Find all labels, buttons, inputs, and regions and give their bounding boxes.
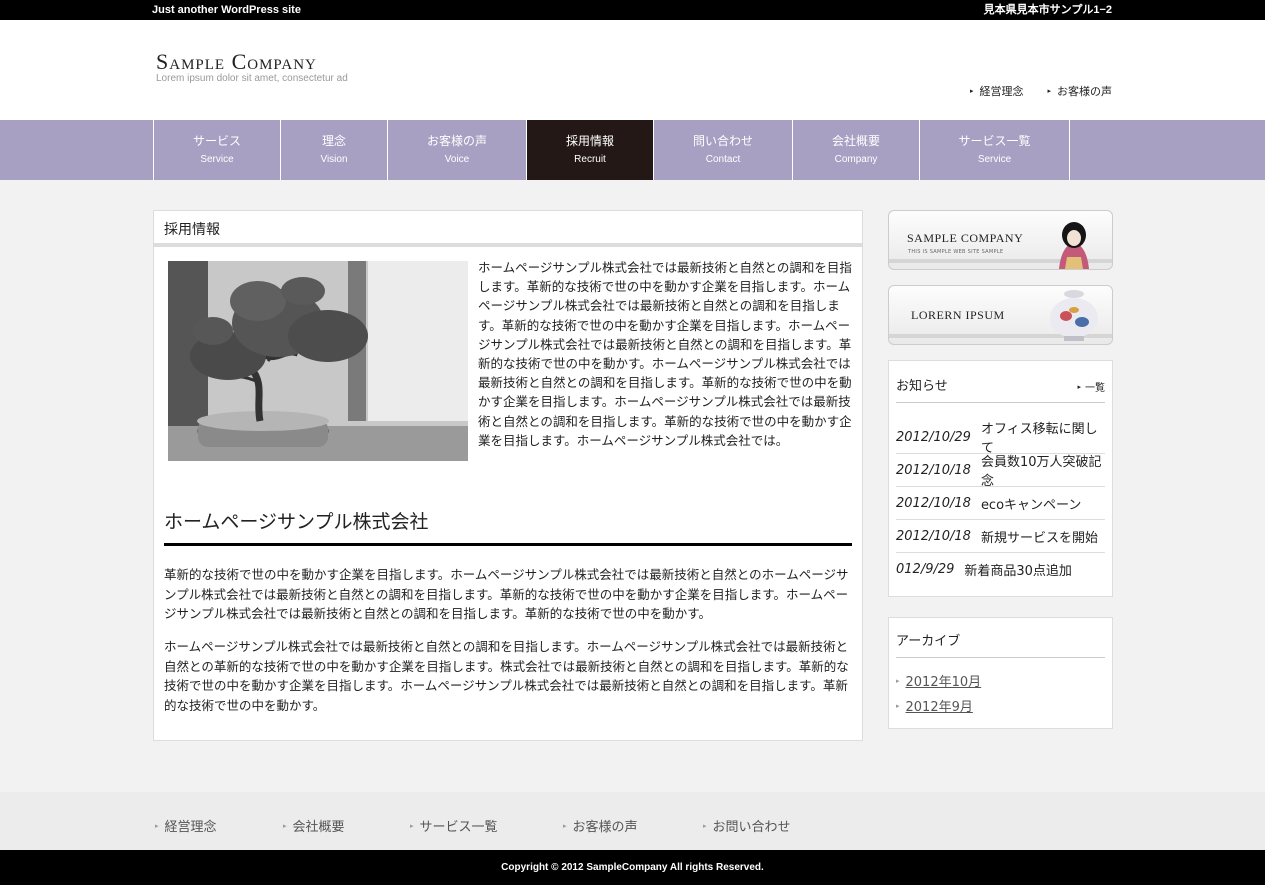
nav-item-voice[interactable]: お客様の声 Voice <box>387 120 526 180</box>
nav-item-jp: 採用情報 <box>565 134 614 148</box>
footer-link-label: 会社概要 <box>292 820 345 835</box>
nav-item-en: Voice <box>444 154 470 165</box>
nav-item-en: Recruit <box>574 154 606 165</box>
chevron-right-icon: ▸ <box>563 821 567 830</box>
nav-item-jp: サービス <box>192 134 241 148</box>
nav-item-en: Service <box>200 154 234 165</box>
chevron-right-icon: ▸ <box>1047 87 1051 95</box>
bonsai-photo <box>168 261 468 461</box>
news-text: ecoキャンペーン <box>980 497 1082 513</box>
archive-link-2012-09[interactable]: 2012年9月 <box>906 696 973 715</box>
news-text: 新規サービスを開始 <box>980 530 1098 546</box>
main-content: 採用情報 ホームページサンプル株式会社では最新技術と自然との調和を目指します。革… <box>153 210 863 741</box>
site-tagline: Just another WordPress site <box>152 4 301 16</box>
archive-item: ▸ 2012年10月 <box>896 668 1105 693</box>
chevron-right-icon: ▸ <box>1077 382 1081 391</box>
footer-link-contact[interactable]: ▸ お問い合わせ <box>703 816 791 835</box>
nav-item-vision[interactable]: 理念 Vision <box>280 120 387 180</box>
news-item[interactable]: 2012/10/18 ecoキャンペーン <box>896 487 1105 520</box>
banner-subtitle: THIS IS SAMPLE WEB SITE SAMPLE <box>908 249 1004 255</box>
footer-link-service-list[interactable]: ▸ サービス一覧 <box>410 816 498 835</box>
news-date: 2012/10/18 <box>896 495 971 511</box>
global-nav: サービス Service 理念 Vision お客様の声 Voice 採用情報 Recr… <box>0 120 1265 180</box>
footer-link-company[interactable]: ▸ 会社概要 <box>283 816 345 835</box>
page-title: 採用情報 <box>154 211 862 247</box>
header-link-voice[interactable]: ▸ お客様の声 <box>1047 83 1112 99</box>
chevron-right-icon: ▸ <box>896 701 900 710</box>
archive-link-2012-10[interactable]: 2012年10月 <box>906 671 982 690</box>
footer-link-philosophy[interactable]: ▸ 経営理念 <box>155 816 217 835</box>
nav-item-jp: サービス一覧 <box>958 134 1031 148</box>
section-heading: ホームページサンプル株式会社 <box>164 509 852 546</box>
news-text: 会員数10万人突破記念 <box>980 455 1102 489</box>
nav-item-service-list[interactable]: サービス一覧 Service <box>919 120 1070 180</box>
news-date: 2012/10/18 <box>896 462 971 478</box>
nav-item-service[interactable]: サービス Service <box>153 120 280 180</box>
bonsai-image <box>168 261 468 461</box>
news-list: 2012/10/29 オフィス移転に関して 2012/10/18 会員数10万人突破… <box>896 421 1105 586</box>
nav-item-recruit[interactable]: 採用情報 Recruit <box>526 120 653 180</box>
site-logo[interactable]: Sample Company Lorem ipsum dolor sit ame… <box>156 50 348 84</box>
copyright: Copyright © 2012 SampleCompany All right… <box>0 850 1265 885</box>
nav-item-jp: お客様の声 <box>426 134 487 148</box>
nav-item-en: Contact <box>705 154 741 165</box>
body-paragraph-1: 革新的な技術で世の中を動かす企業を目指します。ホームページサンプル株式会社では最… <box>164 567 849 621</box>
banner-title: SAMPLE COMPANY <box>907 231 1024 245</box>
news-text: 新着商品30点追加 <box>964 564 1072 579</box>
news-date: 2012/10/29 <box>896 429 971 445</box>
footer-link-voice[interactable]: ▸ お客様の声 <box>563 816 638 835</box>
news-date: 012/9/29 <box>896 562 955 577</box>
news-more-label: 一覧 <box>1085 383 1105 394</box>
banner-title: LORERN IPSUM <box>911 308 1005 322</box>
chevron-right-icon: ▸ <box>703 821 707 830</box>
logo-name: Sample Company <box>156 49 317 74</box>
address-text: 見本県見本市サンプル1−2 <box>983 4 1112 16</box>
nav-item-jp: 理念 <box>321 134 346 148</box>
top-bar: Just another WordPress site 見本県見本市サンプル1−… <box>0 0 1265 20</box>
news-item[interactable]: 2012/10/18 会員数10万人突破記念 <box>896 454 1105 489</box>
news-more-link[interactable]: ▸ 一覧 <box>1077 379 1105 395</box>
chevron-right-icon: ▸ <box>410 821 414 830</box>
footer-link-label: お問い合わせ <box>712 820 791 835</box>
banner-sample-company[interactable]: SAMPLE COMPANY THIS IS SAMPLE WEB SITE S… <box>888 210 1113 270</box>
footer-nav: ▸ 経営理念 ▸ 会社概要 ▸ サービス一覧 ▸ お客様の声 ▸ お問い合わせ <box>0 792 1265 850</box>
news-item[interactable]: 2012/10/18 新規サービスを開始 <box>896 520 1105 553</box>
archive-title: アーカイブ <box>896 634 961 649</box>
footer-link-label: 経営理念 <box>164 820 217 835</box>
chevron-right-icon: ▸ <box>969 87 974 95</box>
archive-widget: アーカイブ ▸ 2012年10月 ▸ 2012年9月 <box>888 617 1113 729</box>
archive-list: ▸ 2012年10月 ▸ 2012年9月 <box>896 668 1105 718</box>
body-paragraph-2: ホームページサンプル株式会社では最新技術と自然との調和を目指します。ホームページ… <box>164 639 849 713</box>
nav-item-en: Service <box>977 154 1012 165</box>
footer-link-label: お客様の声 <box>572 820 638 835</box>
archive-item: ▸ 2012年9月 <box>896 693 1105 718</box>
news-item[interactable]: 012/9/29 新着商品30点追加 <box>896 553 1105 586</box>
news-item[interactable]: 2012/10/29 オフィス移転に関して <box>896 421 1105 456</box>
chevron-right-icon: ▸ <box>155 821 159 830</box>
news-date: 2012/10/18 <box>896 528 971 544</box>
header: Sample Company Lorem ipsum dolor sit ame… <box>0 20 1265 120</box>
banner-lorem-ipsum[interactable]: LORERN IPSUM <box>888 285 1113 345</box>
nav-item-jp: 問い合わせ <box>692 134 753 148</box>
header-link-philosophy[interactable]: ▸ 経営理念 <box>970 83 1024 99</box>
logo-tagline: Lorem ipsum dolor sit amet, consectetur … <box>156 73 348 84</box>
intro-text: ホームページサンプル株式会社では最新技術と自然との調和を目指します。革新的な技術… <box>478 260 852 448</box>
nav-item-contact[interactable]: 問い合わせ Contact <box>653 120 792 180</box>
header-nav: ▸ 経営理念 ▸ お客様の声 <box>970 83 1112 99</box>
news-widget: お知らせ ▸ 一覧 2012/10/29 オフィス移転に関して 2012/10/18… <box>888 360 1113 597</box>
chevron-right-icon: ▸ <box>896 676 900 685</box>
nav-item-jp: 会社概要 <box>831 134 880 148</box>
archive-header: アーカイブ <box>896 618 1105 658</box>
nav-item-company[interactable]: 会社概要 Company <box>792 120 919 180</box>
news-title: お知らせ <box>896 379 948 394</box>
chevron-right-icon: ▸ <box>283 821 287 830</box>
footer-link-label: サービス一覧 <box>419 820 498 835</box>
vase-image <box>1050 290 1098 341</box>
nav-item-en: Vision <box>320 154 348 165</box>
header-link-label: 経営理念 <box>979 85 1024 98</box>
doll-image <box>1059 222 1089 269</box>
header-link-label: お客様の声 <box>1057 85 1112 98</box>
news-header: お知らせ ▸ 一覧 <box>896 361 1105 403</box>
nav-item-en: Company <box>834 154 878 165</box>
